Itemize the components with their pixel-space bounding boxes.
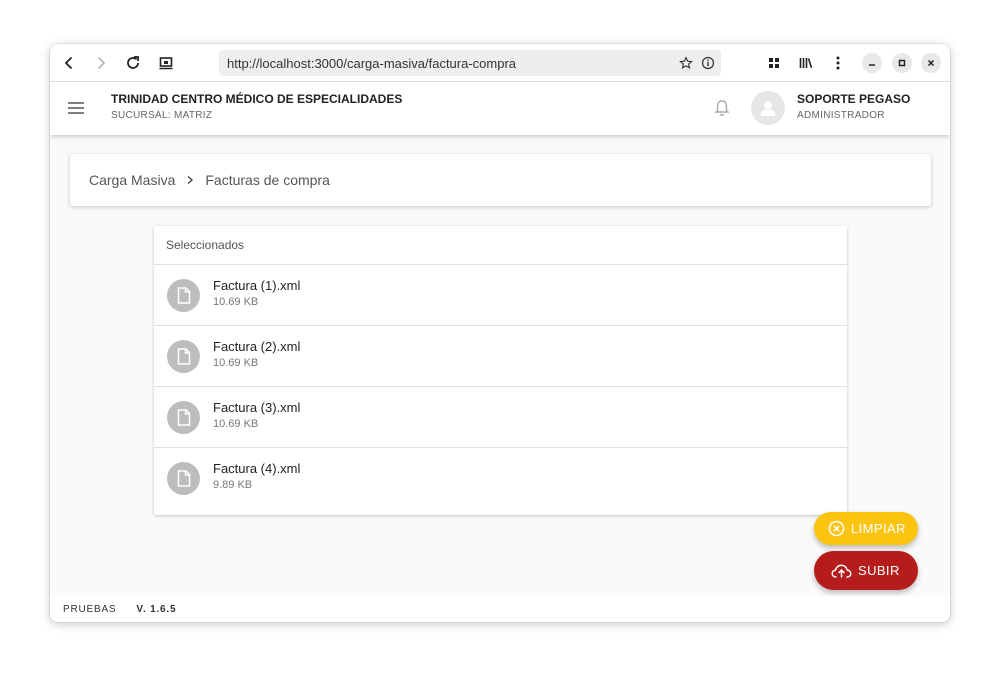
file-icon (167, 401, 200, 434)
file-list-item[interactable]: Factura (4).xml 9.89 KB (154, 448, 847, 509)
user-name: SOPORTE PEGASO (797, 92, 911, 106)
file-list-item[interactable]: Factura (2).xml 10.69 KB (154, 326, 847, 387)
file-icon (167, 279, 200, 312)
minimize-icon[interactable] (862, 53, 882, 73)
file-name: Factura (2).xml (213, 339, 301, 354)
breadcrumb-item-facturas-compra: Facturas de compra (205, 172, 330, 188)
back-icon[interactable] (57, 51, 81, 75)
breadcrumb: Carga Masiva Facturas de compra (70, 154, 931, 206)
file-name: Factura (3).xml (213, 400, 301, 415)
maximize-icon[interactable] (892, 53, 912, 73)
version-label: V. 1.6.5 (136, 603, 177, 615)
file-size: 9.89 KB (213, 479, 253, 491)
upload-button-label: SUBIR (858, 563, 900, 578)
file-list-item[interactable]: Factura (1).xml 10.69 KB (154, 265, 847, 326)
branch-label: SUCURSAL: MATRIZ (111, 110, 213, 121)
extensions-icon[interactable] (762, 51, 786, 75)
reload-icon[interactable] (121, 51, 145, 75)
clear-circle-x-icon (828, 520, 845, 537)
chevron-right-icon (185, 175, 195, 185)
info-icon[interactable] (699, 54, 717, 72)
upload-button[interactable]: SUBIR (814, 551, 918, 590)
forward-icon[interactable] (89, 51, 113, 75)
file-list-item[interactable]: Factura (3).xml 10.69 KB (154, 387, 847, 448)
file-size: 10.69 KB (213, 357, 259, 369)
library-icon[interactable] (794, 51, 818, 75)
list-header: Seleccionados (154, 226, 847, 265)
selected-files-list: Seleccionados Factura (1).xml 10.69 KB F… (154, 226, 847, 515)
kebab-menu-icon[interactable] (826, 51, 850, 75)
user-role: ADMINISTRADOR (797, 110, 885, 121)
breadcrumb-item-carga-masiva[interactable]: Carga Masiva (89, 172, 175, 188)
organization-name: TRINIDAD CENTRO MÉDICO DE ESPECIALIDADES (111, 92, 403, 106)
file-size: 10.69 KB (213, 296, 259, 308)
cast-icon[interactable] (154, 51, 178, 75)
file-icon (167, 340, 200, 373)
app-header: TRINIDAD CENTRO MÉDICO DE ESPECIALIDADES… (50, 82, 950, 135)
user-avatar-icon[interactable] (751, 91, 785, 125)
file-name: Factura (4).xml (213, 461, 301, 476)
file-icon (167, 462, 200, 495)
clear-button-label: LIMPIAR (851, 521, 906, 536)
file-name: Factura (1).xml (213, 278, 301, 293)
close-icon[interactable] (921, 53, 941, 73)
notifications-bell-icon[interactable] (710, 96, 734, 120)
browser-toolbar: http://localhost:3000/carga-masiva/factu… (50, 44, 950, 82)
clear-button[interactable]: LIMPIAR (814, 512, 918, 545)
star-icon[interactable] (677, 54, 695, 72)
file-size: 10.69 KB (213, 418, 259, 430)
url-text[interactable]: http://localhost:3000/carga-masiva/factu… (227, 56, 677, 71)
footer: PRUEBAS V. 1.6.5 (50, 596, 950, 622)
url-bar[interactable]: http://localhost:3000/carga-masiva/factu… (219, 50, 721, 76)
environment-label: PRUEBAS (63, 603, 117, 615)
browser-window: http://localhost:3000/carga-masiva/factu… (50, 44, 950, 622)
hamburger-menu-icon[interactable] (64, 96, 88, 120)
cloud-upload-icon (831, 563, 852, 579)
